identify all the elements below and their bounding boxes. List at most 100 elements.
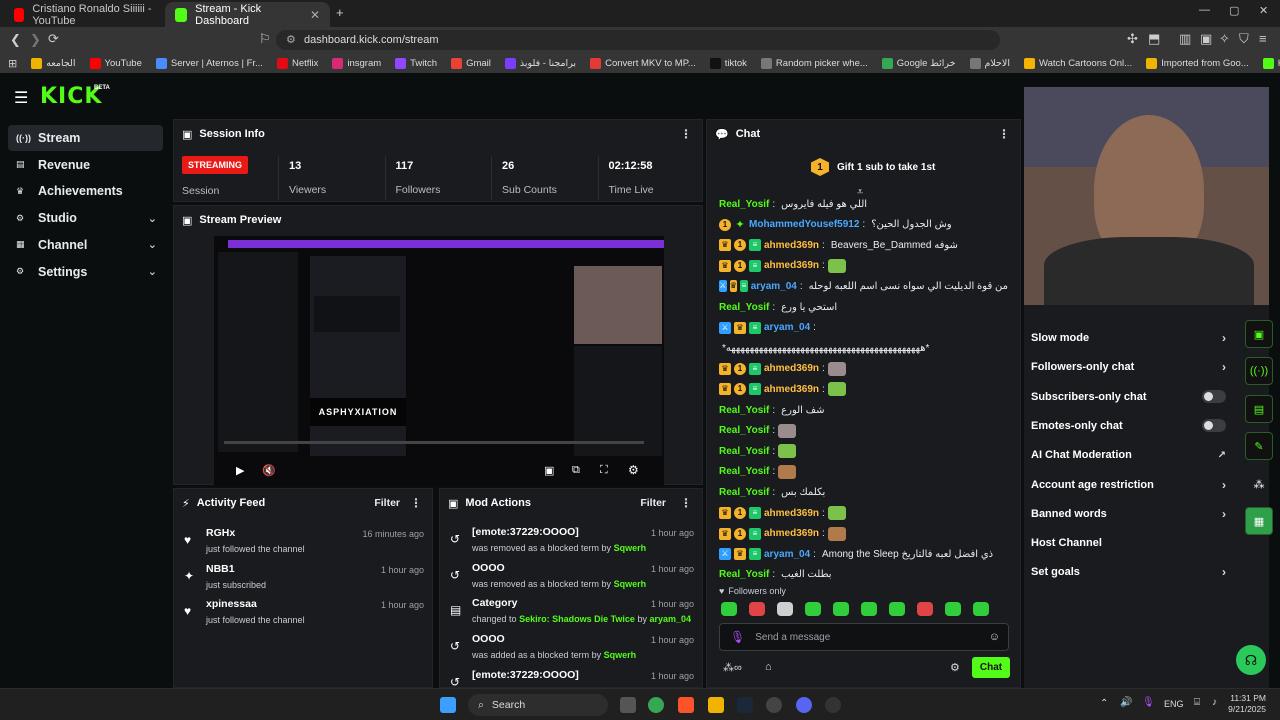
external-link-icon[interactable]: ↗ [1218, 450, 1226, 461]
chat-input[interactable]: 🎙 Send a message ☺ [719, 623, 1009, 651]
speaker-icon[interactable]: 🔊 [1120, 697, 1132, 708]
close-tab-icon[interactable]: ✕ [310, 8, 320, 22]
back-icon[interactable]: ❮ [10, 32, 21, 48]
volume-icon[interactable]: ♪ [1212, 697, 1217, 708]
chat-username[interactable]: ahmed369n [764, 528, 819, 539]
chat-setting-slow-mode[interactable]: Slow mode › [1031, 328, 1226, 348]
sidebar-item-settings[interactable]: ⚙ Settings ⌄ [8, 259, 163, 285]
vpn-icon[interactable]: ⛉ [1239, 31, 1249, 47]
sidebar-item-stream[interactable]: ((·)) Stream [8, 125, 163, 151]
minimize-button[interactable]: — [1199, 4, 1210, 16]
wallet-icon[interactable]: ▣ [1200, 31, 1212, 47]
reload-icon[interactable]: ⟳ [48, 31, 59, 47]
bookmark-item[interactable]: Watch Cartoons Onl... [1023, 57, 1132, 69]
site-info-icon[interactable]: ⚙ [286, 33, 296, 46]
support-headset-button[interactable]: ☊ [1236, 645, 1266, 675]
maximize-button[interactable]: ▢ [1229, 4, 1239, 17]
file-explorer-icon[interactable] [708, 697, 724, 713]
sidebar-item-channel[interactable]: ▦ Channel ⌄ [8, 232, 163, 258]
chat-setting-followers-only-chat[interactable]: Followers-only chat › [1031, 357, 1226, 377]
address-bar[interactable]: ⚙ dashboard.kick.com/stream [276, 30, 1000, 50]
chat-setting-set-goals[interactable]: Set goals › [1031, 562, 1226, 582]
chat-username[interactable]: Real_Yosif [719, 466, 769, 477]
bookmark-item[interactable]: الاحلام [969, 57, 1010, 69]
bookmark-item[interactable]: Server | Aternos | Fr... [155, 57, 263, 69]
chat-username[interactable]: ahmed369n [764, 384, 819, 395]
chevron-down-icon[interactable]: ⌄ [148, 265, 157, 278]
quick-emote[interactable] [721, 602, 737, 616]
chat-username[interactable]: Real_Yosif [719, 425, 769, 436]
mod-action-user[interactable]: aryam_04 [649, 614, 691, 624]
extensions-icon[interactable]: ✣ [1127, 31, 1138, 47]
kick-points-icon[interactable]: ⁂∞ [723, 661, 742, 674]
bookmark-item[interactable]: Imported from Goo... [1146, 57, 1249, 69]
sidebar-toggle-icon[interactable]: ▥ [1179, 31, 1191, 47]
bookmark-item[interactable]: الجامعه [31, 57, 76, 69]
bookmark-icon[interactable]: ⚐ [259, 31, 271, 47]
chevron-right-icon[interactable]: › [1222, 331, 1226, 345]
bookmark-item[interactable]: Convert MKV to MP... [590, 57, 696, 69]
bookmark-item[interactable]: Random picker whe... [760, 57, 868, 69]
rail-layout-button[interactable]: ▤ [1245, 395, 1273, 423]
quick-emote[interactable] [861, 602, 877, 616]
chrome-icon[interactable] [648, 697, 664, 713]
brave-icon[interactable] [678, 697, 694, 713]
menu-icon[interactable]: ≡ [1259, 31, 1267, 46]
toggle-switch[interactable] [1202, 390, 1226, 404]
more-options-icon[interactable]: ⋮ [680, 496, 692, 510]
new-tab-button[interactable]: + [336, 5, 344, 20]
language-indicator[interactable]: ENG [1164, 699, 1184, 709]
chat-setting-subscribers-only-chat[interactable]: Subscribers-only chat [1031, 387, 1226, 407]
play-icon[interactable]: ▶ [236, 464, 244, 477]
bookmark-item[interactable]: برامجنا - فلوبذ [504, 57, 576, 69]
quick-emote[interactable] [777, 602, 793, 616]
quick-emote[interactable] [749, 602, 765, 616]
chat-setting-banned-words[interactable]: Banned words › [1031, 504, 1226, 524]
taskbar-search[interactable]: ⌕ Search [468, 694, 608, 716]
steam-icon[interactable] [737, 697, 753, 713]
chevron-down-icon[interactable]: ⌄ [148, 212, 157, 225]
apps-grid-icon[interactable]: ⊞ [8, 57, 17, 70]
chevron-down-icon[interactable]: ⌄ [148, 238, 157, 251]
quick-emote[interactable] [973, 602, 989, 616]
windows-start-icon[interactable] [440, 697, 456, 713]
chat-username[interactable]: aryam_04 [764, 549, 810, 560]
emoji-icon[interactable]: ☺ [989, 631, 1000, 643]
filter-button[interactable]: Filter [640, 497, 666, 509]
rail-community-button[interactable]: ⁂ [1245, 470, 1273, 498]
fullscreen-icon[interactable]: ⛶ [600, 464, 608, 477]
bookmark-item[interactable]: insgram [332, 57, 381, 69]
chevron-right-icon[interactable]: › [1222, 478, 1226, 492]
chat-setting-host-channel[interactable]: Host Channel [1031, 533, 1226, 553]
chat-username[interactable]: ahmed369n [764, 508, 819, 519]
chat-username[interactable]: MohammedYousef5912 [749, 219, 859, 230]
rail-tools-button[interactable]: ✎ [1245, 432, 1273, 460]
chat-username[interactable]: Real_Yosif [719, 446, 769, 457]
bookmark-item[interactable]: Netflix [276, 57, 318, 69]
chevron-right-icon[interactable]: › [1222, 507, 1226, 521]
chevron-right-icon[interactable]: › [1222, 565, 1226, 579]
bookmark-item[interactable]: Google خرائط [881, 57, 956, 69]
quick-emote[interactable] [833, 602, 849, 616]
bookmark-item[interactable]: Twitch [395, 57, 437, 69]
sidebar-item-revenue[interactable]: ▤ Revenue [8, 152, 163, 178]
quick-emote[interactable] [805, 602, 821, 616]
video-progress-bar[interactable] [224, 441, 644, 444]
sidebar-item-achievements[interactable]: ♛ Achievements [8, 178, 163, 204]
more-options-icon[interactable]: ⋮ [998, 127, 1010, 141]
pip-icon[interactable]: ⧉ [572, 464, 580, 477]
discord-icon[interactable] [796, 697, 812, 713]
mod-action-user[interactable]: Sqwerh [604, 650, 637, 660]
microphone-icon[interactable]: 🎙 [730, 630, 745, 644]
mod-action-user[interactable]: Sqwerh [614, 543, 647, 553]
settings-gear-icon[interactable]: ⚙ [628, 463, 639, 477]
network-icon[interactable]: ⌸ [1194, 697, 1200, 708]
chat-setting-ai-chat-moderation[interactable]: AI Chat Moderation ↗ [1031, 445, 1226, 465]
toggle-switch[interactable] [1202, 419, 1226, 433]
bookmark-item[interactable]: Gmail [451, 57, 491, 69]
pinned-gift-goal[interactable]: 1 Gift 1 sub to take 1st [811, 158, 935, 176]
bookmark-item[interactable]: YouTube [89, 57, 142, 69]
video-player[interactable]: ASPHYXIATION ▶ 🔇 ▣ ⧉ ⛶ ⚙ [214, 236, 664, 486]
filter-button[interactable]: Filter [374, 497, 400, 509]
downloads-icon[interactable]: ⬒ [1148, 31, 1160, 47]
